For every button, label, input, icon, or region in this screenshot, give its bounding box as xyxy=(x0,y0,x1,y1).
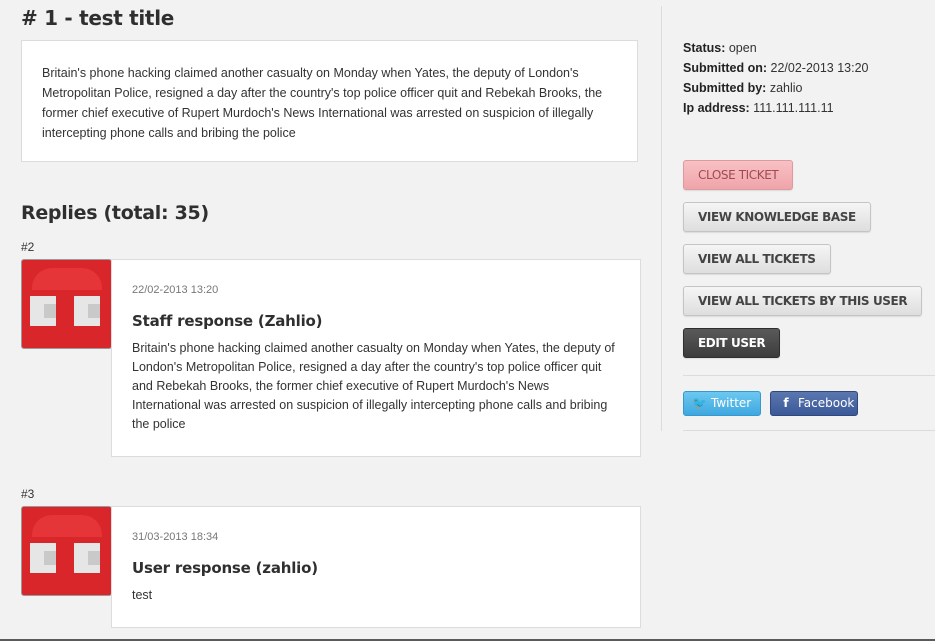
ticket-title: # 1 - test title xyxy=(21,6,175,30)
edit-user-button[interactable]: EDIT USER xyxy=(683,328,781,358)
meta-status: Status: open xyxy=(683,41,757,55)
reply-text: Britain's phone hacking claimed another … xyxy=(132,341,615,431)
ticket-main: # 1 - test title Britain's phone hacking… xyxy=(0,0,660,641)
facebook-f-icon: f xyxy=(783,396,789,410)
twitter-bird-icon: 🐦 xyxy=(692,396,707,410)
facebook-share-button[interactable]: f Facebook xyxy=(770,391,858,416)
meta-submitted-by: Submitted by: zahlio xyxy=(683,81,803,95)
view-tickets-by-user-button[interactable]: VIEW ALL TICKETS BY THIS USER xyxy=(683,286,923,316)
ticket-sidebar: Status: open Submitted on: 22/02-2013 13… xyxy=(661,6,935,431)
view-knowledge-base-button[interactable]: VIEW KNOWLEDGE BASE xyxy=(683,202,871,232)
reply-text: test xyxy=(132,588,153,602)
divider xyxy=(683,430,935,431)
replies-heading: Replies (total: 35) xyxy=(21,202,209,224)
twitter-share-button[interactable]: 🐦 Twitter xyxy=(683,391,761,416)
reply-card: 22/02-2013 13:20 Staff response (Zahlio)… xyxy=(111,259,641,457)
reply-date: 31/03-2013 18:34 xyxy=(132,531,219,543)
avatar xyxy=(21,259,112,349)
meta-submitted-on: Submitted on: 22/02-2013 13:20 xyxy=(683,61,869,75)
meta-ip-address: Ip address: 111.111.111.11 xyxy=(683,101,834,115)
view-all-tickets-button[interactable]: VIEW ALL TICKETS xyxy=(683,244,831,274)
reply-date: 22/02-2013 13:20 xyxy=(132,284,219,296)
avatar xyxy=(21,506,112,596)
close-ticket-button[interactable]: CLOSE TICKET xyxy=(683,160,794,190)
ticket-body: Britain's phone hacking claimed another … xyxy=(21,40,638,162)
reply-author: Staff response (Zahlio) xyxy=(132,312,323,330)
reply-number: #3 xyxy=(21,487,35,501)
divider xyxy=(683,375,935,376)
reply-card: 31/03-2013 18:34 User response (zahlio) … xyxy=(111,506,641,628)
reply-number: #2 xyxy=(21,240,35,254)
ticket-meta: Status: open Submitted on: 22/02-2013 13… xyxy=(683,38,869,118)
reply-author: User response (zahlio) xyxy=(132,559,318,577)
